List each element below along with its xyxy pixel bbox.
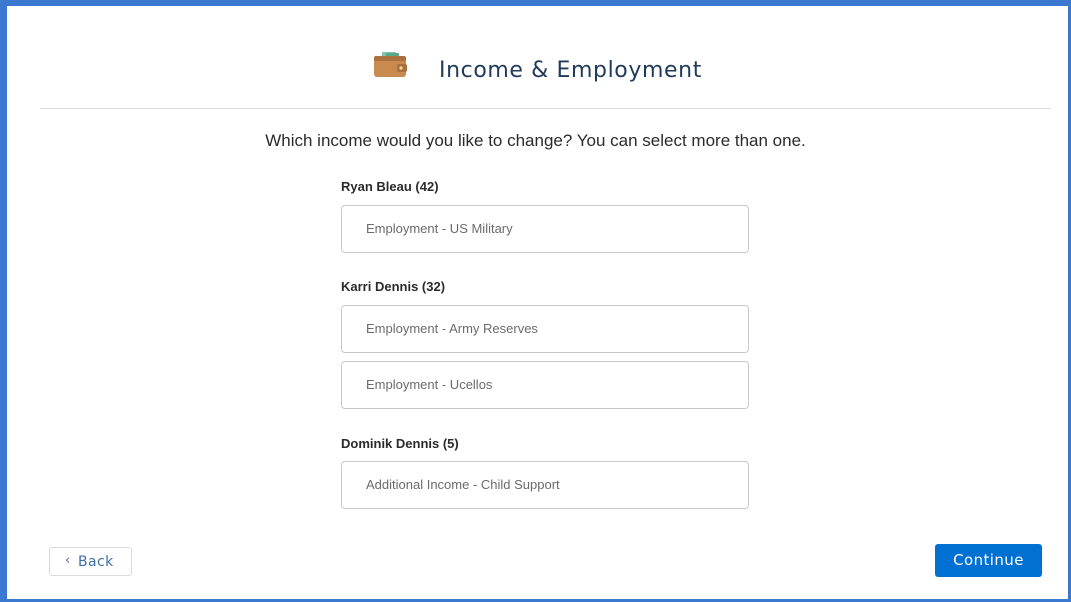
chevron-left-icon: ‹ xyxy=(65,553,71,568)
back-button[interactable]: ‹ Back xyxy=(49,547,132,576)
income-option[interactable]: Employment - Ucellos xyxy=(341,361,749,409)
person-name: Ryan Bleau (42) xyxy=(341,179,439,194)
page-title: Income & Employment xyxy=(439,58,702,83)
income-option-label: Employment - Ucellos xyxy=(366,377,493,392)
page-header: Income & Employment xyxy=(40,40,1051,109)
income-option[interactable]: Employment - Army Reserves xyxy=(341,305,749,353)
person-name: Karri Dennis (32) xyxy=(341,279,446,294)
continue-button[interactable]: Continue xyxy=(935,544,1042,577)
income-option-label: Additional Income - Child Support xyxy=(366,477,560,492)
back-button-label: Back xyxy=(78,554,114,570)
wallet-icon xyxy=(374,52,407,77)
question-text: Which income would you like to change? Y… xyxy=(265,131,806,150)
income-option[interactable]: Additional Income - Child Support xyxy=(341,461,749,509)
person-name: Dominik Dennis (5) xyxy=(341,436,459,451)
income-option[interactable]: Employment - US Military xyxy=(341,205,749,253)
income-option-label: Employment - Army Reserves xyxy=(366,321,538,336)
income-option-label: Employment - US Military xyxy=(366,221,513,236)
